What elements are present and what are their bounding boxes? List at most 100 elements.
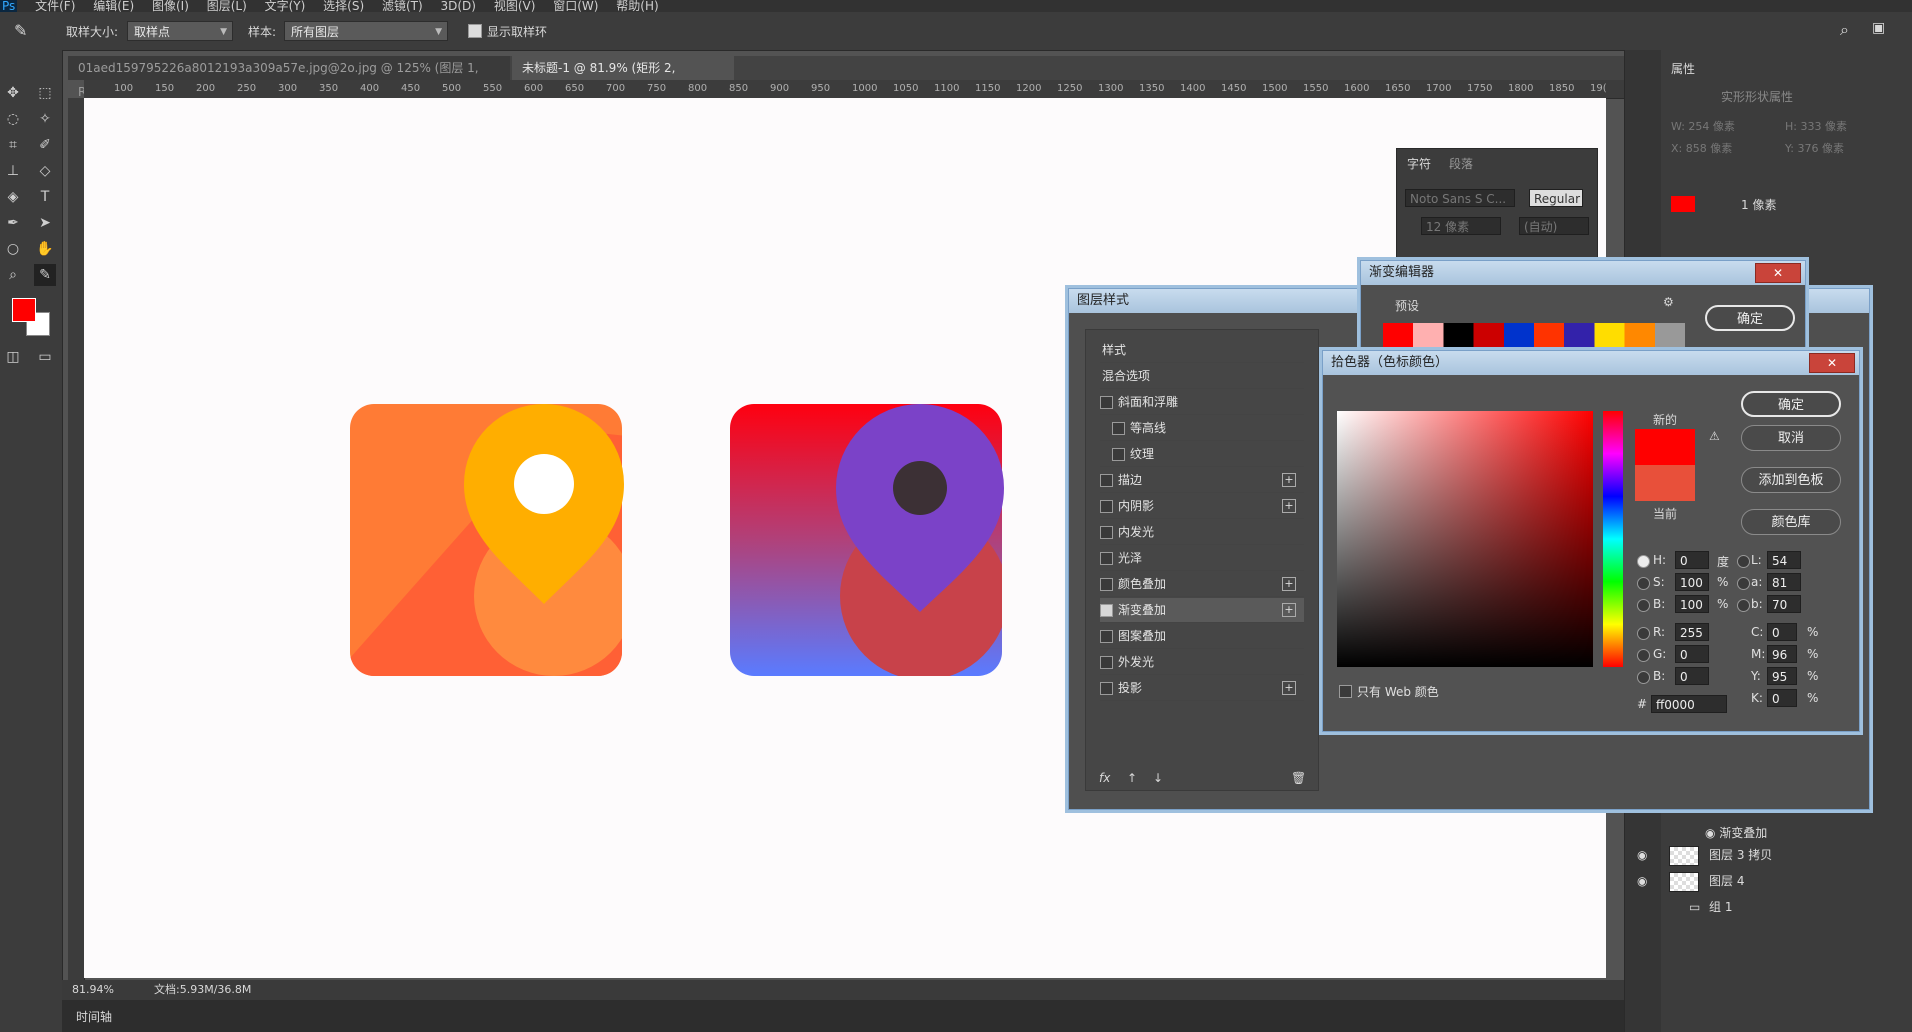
brush-tool-icon[interactable]: ✐ <box>34 134 56 156</box>
lab-a-field[interactable]: 81 <box>1767 573 1801 591</box>
saturation-field[interactable]: 100 <box>1675 573 1709 591</box>
ellipse-tool-icon[interactable]: ○ <box>2 238 24 260</box>
magic-wand-icon[interactable]: ✧ <box>34 108 56 130</box>
zoom-tool-icon[interactable]: ⌕ <box>2 264 24 286</box>
style-checkbox[interactable] <box>1100 396 1113 409</box>
add-icon[interactable]: + <box>1282 473 1296 487</box>
bucket-tool-icon[interactable]: ◈ <box>2 186 24 208</box>
trash-icon[interactable]: 🗑 <box>1291 771 1306 785</box>
style-item[interactable]: 图案叠加 <box>1100 624 1304 649</box>
eyedropper-icon[interactable]: ✎ <box>14 21 27 40</box>
gear-icon[interactable]: ⚙ <box>1663 295 1674 309</box>
style-item[interactable]: 投影 + <box>1100 676 1304 701</box>
style-checkbox[interactable] <box>1100 682 1113 695</box>
radio-s[interactable] <box>1637 577 1650 590</box>
layer-row-3-copy[interactable]: ◉ 图层 3 拷贝 <box>1637 842 1912 868</box>
style-checkbox[interactable] <box>1100 474 1113 487</box>
style-item[interactable]: 等高线 <box>1100 416 1304 441</box>
tab-paragraph[interactable]: 段落 <box>1449 155 1473 172</box>
zoom-level[interactable]: 81.94% <box>72 980 114 1000</box>
add-icon[interactable]: + <box>1282 499 1296 513</box>
web-colors-checkbox[interactable] <box>1339 685 1352 698</box>
lab-l-field[interactable]: 54 <box>1767 551 1801 569</box>
style-item[interactable]: 斜面和浮雕 <box>1100 390 1304 415</box>
search-icon[interactable]: ⌕ <box>1840 20 1849 40</box>
radio-h[interactable] <box>1637 555 1650 568</box>
brightness-field[interactable]: 100 <box>1675 595 1709 613</box>
crop-tool-icon[interactable]: ⌗ <box>2 134 24 156</box>
style-checkbox[interactable] <box>1100 578 1113 591</box>
prop-h[interactable]: H: 333 像素 <box>1785 118 1847 134</box>
type-tool-icon[interactable]: T <box>34 186 56 208</box>
font-style-field[interactable]: Regular <box>1529 189 1583 207</box>
current-color-swatch[interactable] <box>1635 465 1695 501</box>
radio-l[interactable] <box>1737 555 1750 568</box>
move-up-icon[interactable]: ↑ <box>1127 771 1137 785</box>
color-libraries-button[interactable]: 颜色库 <box>1741 509 1841 535</box>
style-item[interactable]: 纹理 <box>1100 442 1304 467</box>
saturation-brightness-field[interactable] <box>1337 411 1593 667</box>
radio-a[interactable] <box>1737 577 1750 590</box>
eraser-tool-icon[interactable]: ◇ <box>34 160 56 182</box>
layer-group-1[interactable]: ▭ 组 1 <box>1669 894 1912 920</box>
workspace-icon[interactable]: ▣ <box>1872 20 1885 36</box>
gradient-ok-button[interactable]: 确定 <box>1705 305 1795 331</box>
style-checkbox[interactable] <box>1112 422 1125 435</box>
prop-stroke-width[interactable]: 1 像素 <box>1741 196 1776 213</box>
style-checkbox[interactable] <box>1100 526 1113 539</box>
menu-help[interactable]: 帮助(H) <box>616 0 658 12</box>
lasso-tool-icon[interactable]: ◌ <box>2 108 24 130</box>
picker-cancel-button[interactable]: 取消 <box>1741 425 1841 451</box>
style-item[interactable]: 混合选项 <box>1100 364 1304 389</box>
cmyk-k-field[interactable]: 0 <box>1767 689 1797 707</box>
leading-field[interactable]: (自动) <box>1519 217 1589 235</box>
picker-ok-button[interactable]: 确定 <box>1741 391 1841 417</box>
style-checkbox[interactable] <box>1100 604 1113 617</box>
radio-g[interactable] <box>1637 649 1650 662</box>
path-select-icon[interactable]: ➤ <box>34 212 56 234</box>
hand-tool-icon[interactable]: ✋ <box>34 238 56 260</box>
pen-tool-icon[interactable]: ✒ <box>2 212 24 234</box>
menu-file[interactable]: 文件(F) <box>35 0 75 12</box>
style-item[interactable]: 描边 + <box>1100 468 1304 493</box>
menu-window[interactable]: 窗口(W) <box>553 0 598 12</box>
cmyk-y-field[interactable]: 95 <box>1767 667 1797 685</box>
lab-b-field[interactable]: 70 <box>1767 595 1801 613</box>
style-item[interactable]: 样式 <box>1100 338 1304 363</box>
style-item[interactable]: 颜色叠加 + <box>1100 572 1304 597</box>
sample-size-select[interactable]: 取样点 ▼ <box>127 21 233 41</box>
marquee-tool-icon[interactable]: ⬚ <box>34 82 56 104</box>
red-field[interactable]: 255 <box>1675 623 1709 641</box>
eye-icon[interactable]: ◉ <box>1637 868 1647 894</box>
green-field[interactable]: 0 <box>1675 645 1709 663</box>
sample-select[interactable]: 所有图层 ▼ <box>284 21 448 41</box>
foreground-color-swatch[interactable] <box>12 298 36 322</box>
style-checkbox[interactable] <box>1100 630 1113 643</box>
menu-view[interactable]: 视图(V) <box>494 0 536 12</box>
screen-mode-icon[interactable]: ▭ <box>34 346 56 368</box>
style-item[interactable]: 外发光 <box>1100 650 1304 675</box>
eye-icon[interactable]: ◉ <box>1705 826 1719 840</box>
blue-field[interactable]: 0 <box>1675 667 1709 685</box>
gradient-editor-close-button[interactable]: ✕ <box>1755 263 1801 283</box>
menu-image[interactable]: 图像(I) <box>152 0 189 12</box>
radio-r[interactable] <box>1637 627 1650 640</box>
add-icon[interactable]: + <box>1282 681 1296 695</box>
style-item[interactable]: 内发光 <box>1100 520 1304 545</box>
style-checkbox[interactable] <box>1112 448 1125 461</box>
cmyk-m-field[interactable]: 96 <box>1767 645 1797 663</box>
style-checkbox[interactable] <box>1100 500 1113 513</box>
prop-y[interactable]: Y: 376 像素 <box>1785 140 1844 156</box>
menu-edit[interactable]: 编辑(E) <box>93 0 134 12</box>
add-to-swatches-button[interactable]: 添加到色板 <box>1741 467 1841 493</box>
properties-title[interactable]: 属性 <box>1671 60 1695 77</box>
radio-lab-b[interactable] <box>1737 599 1750 612</box>
tab-document-1[interactable]: 01aed159795226a8012193a309a57e.jpg@2o.jp… <box>68 56 510 99</box>
tab-document-2[interactable]: 未标题-1 @ 81.9% (矩形 2, RGB/8#) * ✕ <box>512 56 734 99</box>
fx-icon[interactable]: fx <box>1099 771 1110 785</box>
style-checkbox[interactable] <box>1100 552 1113 565</box>
style-item[interactable]: 光泽 <box>1100 546 1304 571</box>
radio-b[interactable] <box>1637 599 1650 612</box>
eye-icon[interactable]: ◉ <box>1637 842 1647 868</box>
gamut-warning-icon[interactable]: ⚠ <box>1709 429 1720 443</box>
